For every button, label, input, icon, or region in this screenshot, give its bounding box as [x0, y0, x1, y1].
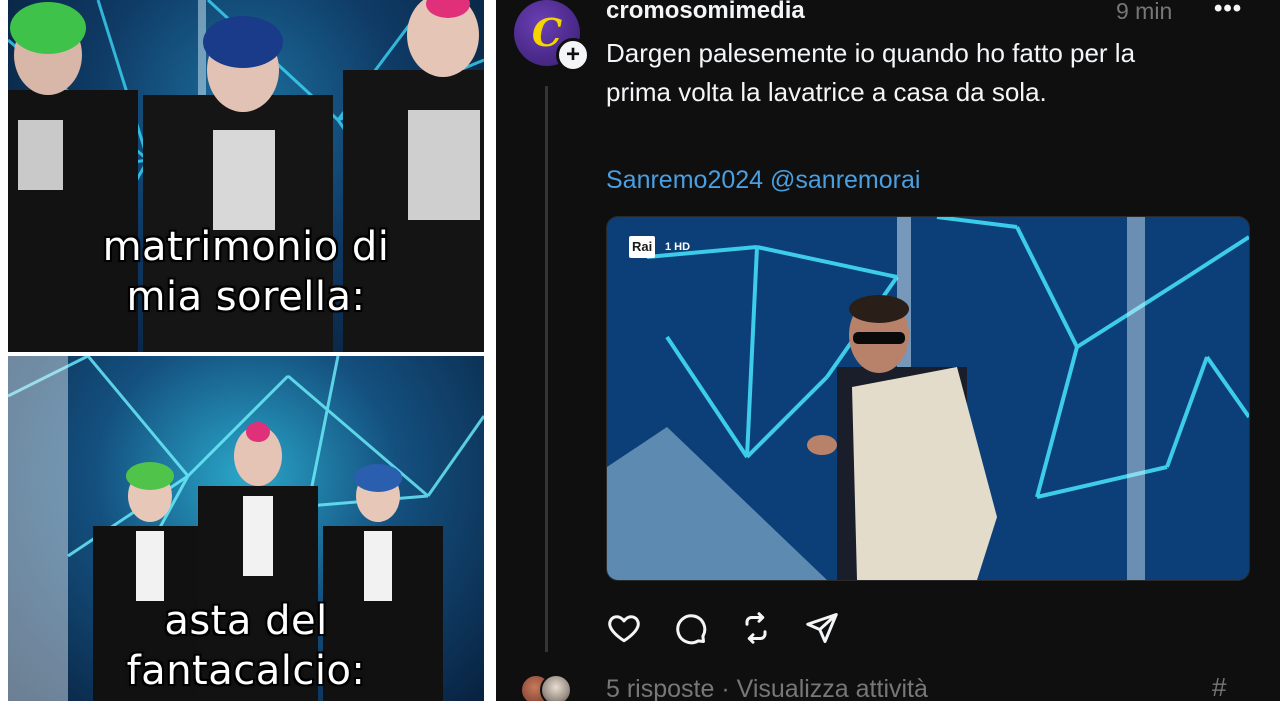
hashtag-link[interactable]: Sanremo2024: [606, 166, 763, 194]
meme-caption-bottom: asta del fantacalcio:: [8, 596, 484, 696]
follow-button[interactable]: +: [556, 38, 590, 72]
meme-panel-top: matrimonio di mia sorella:: [8, 0, 484, 352]
post-timestamp: 9 min: [1116, 0, 1173, 24]
post-text-line: Dargen palesemente io quando ho fatto pe…: [606, 38, 1136, 68]
replies-activity-link[interactable]: 5 risposte · Visualizza attività: [606, 674, 928, 701]
heart-icon: [608, 615, 640, 643]
post-text: Dargen palesemente io quando ho fatto pe…: [606, 34, 1246, 112]
caption-line: asta del: [164, 598, 328, 644]
video-frame: [607, 217, 1249, 580]
caption-line: mia sorella:: [126, 274, 366, 320]
repost-button[interactable]: [736, 606, 776, 650]
meme-image: matrimonio di mia sorella: asta del fant…: [8, 0, 484, 701]
channel-label: 1 HD: [665, 241, 691, 253]
replies-row: 5 risposte · Visualizza attività #: [496, 660, 1280, 701]
thread-connector-line: [545, 86, 548, 652]
thread-post: C + cromosomimedia 9 min ••• Dargen pale…: [496, 0, 1280, 701]
comment-button[interactable]: [670, 606, 710, 650]
hashtag-icon[interactable]: #: [1212, 672, 1226, 701]
more-options-button[interactable]: •••: [1214, 0, 1242, 24]
meme-caption-top: matrimonio di mia sorella:: [8, 222, 484, 322]
post-text-line: prima volta la lavatrice a casa da sola.: [606, 77, 1047, 107]
username[interactable]: cromosomimedia: [606, 0, 805, 26]
rai-logo: Rai: [629, 236, 656, 258]
repost-icon: [745, 612, 767, 644]
like-button[interactable]: [604, 606, 644, 650]
send-icon: [806, 613, 838, 643]
video-media[interactable]: Rai 1 HD: [606, 216, 1250, 581]
reply-avatar: [540, 674, 572, 701]
share-button[interactable]: [802, 606, 842, 650]
mention-link[interactable]: @sanremorai: [770, 166, 920, 194]
post-links: Sanremo2024 @sanremorai: [606, 163, 920, 197]
caption-line: fantacalcio:: [126, 648, 366, 694]
comment-icon: [676, 614, 707, 645]
caption-line: matrimonio di: [102, 224, 390, 270]
